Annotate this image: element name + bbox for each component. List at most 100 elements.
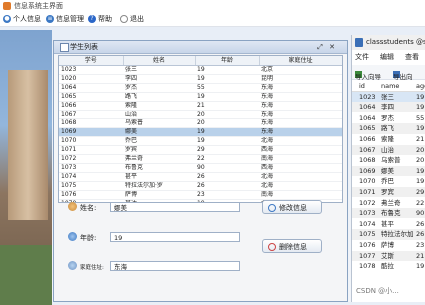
cell-id: 1069 xyxy=(59,127,123,138)
cell-age: 20 xyxy=(195,118,259,129)
db-cell-id: 1070 xyxy=(359,177,376,186)
db-table-row[interactable]: 1076 萨博 23 xyxy=(352,240,425,250)
db-cell-id: 1064 xyxy=(359,113,376,122)
cell-age: 90 xyxy=(195,163,259,173)
cell-id: 1068 xyxy=(59,118,123,129)
student-list-frame: 学生列表 ⤢ ✕ 学号 姓名 年龄 家庭住址 1023 张三 19 北京 1020 李四 1… xyxy=(53,40,348,302)
menu-help[interactable]: ? 帮助 xyxy=(88,14,112,24)
address-field[interactable]: 东海 xyxy=(110,261,240,271)
table-row[interactable]: 1070 乔巴 19 北海 xyxy=(59,136,342,147)
db-table-row[interactable]: 1071 罗宾 29 xyxy=(352,187,425,198)
database-icon xyxy=(355,38,363,47)
name-field[interactable]: 娜美 xyxy=(110,202,240,212)
cell-age: 26 xyxy=(195,172,259,182)
db-cell-id: 1075 xyxy=(359,230,376,239)
db-menu-view[interactable]: 查看 xyxy=(405,52,419,62)
column-header-name[interactable]: 姓名 xyxy=(123,56,196,66)
db-cell-id: 1067 xyxy=(359,145,376,154)
db-table-row[interactable]: 1064 罗杰 55 xyxy=(352,113,425,123)
menu-exit[interactable]: 退出 xyxy=(120,14,144,24)
db-cell-id: 1064 xyxy=(359,103,376,112)
person-icon: ● xyxy=(3,15,11,23)
db-cell-age: 20 xyxy=(416,145,425,154)
app-logo-icon xyxy=(3,2,11,10)
db-table-row[interactable]: 1068 乌索普 20 xyxy=(352,155,425,165)
table-row[interactable]: 1065 路飞 19 东海 xyxy=(59,92,342,102)
db-cell-id: 1023 xyxy=(359,92,376,101)
table-row[interactable]: 1074 甚平 26 北海 xyxy=(59,172,342,182)
column-header-address[interactable]: 家庭住址 xyxy=(259,56,342,66)
cell-address: 北海 xyxy=(259,136,342,147)
cell-name: 弗兰奇 xyxy=(123,154,195,164)
table-row[interactable]: 1067 山治 20 东海 xyxy=(59,110,342,120)
db-table-row[interactable]: 1065 路飞 19 xyxy=(352,123,425,134)
cell-age: 19 xyxy=(195,136,259,147)
db-table-row[interactable]: 1066 索隆 21 xyxy=(352,134,425,144)
db-title-bar[interactable]: classstudents @stu xyxy=(352,35,425,50)
table-row[interactable]: 1073 布鲁克 90 西海 xyxy=(59,163,342,173)
cell-age: 23 xyxy=(195,190,259,200)
table-row[interactable]: 1072 弗兰奇 22 南海 xyxy=(59,154,342,164)
list-icon: ≡ xyxy=(46,15,54,23)
restore-icon[interactable]: ⤢ xyxy=(316,43,324,51)
table-row[interactable]: 1069 娜美 19 东海 xyxy=(59,127,342,138)
cell-id: 1071 xyxy=(59,145,123,156)
db-menu-edit[interactable]: 编辑 xyxy=(380,52,394,62)
db-table-row[interactable]: 1073 布鲁克 90 xyxy=(352,208,425,219)
db-cell-age: 20 xyxy=(416,156,425,165)
db-menubar: 文件 编辑 查看 xyxy=(352,51,425,63)
cell-age: 29 xyxy=(195,145,259,156)
db-table-row[interactable]: 1070 乔巴 19 xyxy=(352,176,425,186)
column-header-id[interactable]: 学号 xyxy=(59,56,124,66)
close-icon[interactable]: ✕ xyxy=(328,43,336,51)
watermark-text: CSDN @小... xyxy=(356,287,399,295)
db-table-row[interactable]: 1067 山治 20 xyxy=(352,144,425,155)
db-menu-file[interactable]: 文件 xyxy=(355,52,369,62)
table-row[interactable]: 1020 李四 19 昆明 xyxy=(59,74,342,84)
table-row[interactable]: 1076 萨博 23 南海 xyxy=(59,190,342,200)
table-row[interactable]: 1066 索隆 21 东海 xyxy=(59,101,342,111)
update-info-button[interactable]: 修改信息 xyxy=(262,200,322,214)
db-column-name[interactable]: name xyxy=(381,81,399,91)
cell-name: 李四 xyxy=(123,74,195,84)
db-table-row[interactable]: 1077 艾斯 21 xyxy=(352,250,425,261)
table-row[interactable]: 1023 张三 19 北京 xyxy=(59,65,342,75)
db-table-row[interactable]: 1069 娜美 19 xyxy=(352,165,425,176)
db-cell-name: 李四 xyxy=(381,103,394,112)
db-cell-age: 19 xyxy=(416,262,425,271)
age-field[interactable]: 19 xyxy=(110,232,240,242)
cell-id: 1074 xyxy=(59,172,123,182)
cell-id: 1076 xyxy=(59,190,123,200)
table-row[interactable]: 1068 乌索普 20 东海 xyxy=(59,118,342,129)
menu-info-management[interactable]: ≡ 信息管理 xyxy=(46,14,84,24)
delete-info-button[interactable]: 删除信息 xyxy=(262,239,322,253)
table-row[interactable]: 1064 罗杰 55 东海 xyxy=(59,83,342,93)
db-table-row[interactable]: 1078 酷拉 19 xyxy=(352,261,425,271)
column-header-age[interactable]: 年龄 xyxy=(195,56,260,66)
db-column-age[interactable]: age xyxy=(416,81,425,91)
database-window: classstudents @stu 文件 编辑 查看 导入向导 导出向 id … xyxy=(351,35,425,302)
frame-title: 学生列表 xyxy=(70,43,98,51)
cell-address: 东海 xyxy=(259,127,342,138)
db-table-row[interactable]: 1074 甚平 26 xyxy=(352,219,425,229)
db-column-id[interactable]: id xyxy=(359,81,365,91)
db-table-row[interactable]: 1072 弗兰奇 22 xyxy=(352,198,425,208)
delete-icon xyxy=(268,243,276,251)
table-row[interactable]: 1075 特拉法尔加·罗 26 北海 xyxy=(59,181,342,191)
menu-personal-info[interactable]: ● 个人信息 xyxy=(3,14,41,24)
db-table-row[interactable]: 1064 李四 19 xyxy=(352,102,425,113)
db-cell-name: 布鲁克 xyxy=(381,209,401,218)
db-table-row[interactable]: 1023 张三 19 xyxy=(352,91,425,102)
cell-address: 东海 xyxy=(259,92,342,102)
table-row[interactable]: 1071 罗宾 29 西海 xyxy=(59,145,342,156)
cell-name: 乌索普 xyxy=(123,118,195,129)
db-table-row[interactable]: 1075 特拉法尔加 26 xyxy=(352,229,425,240)
help-icon: ? xyxy=(88,15,96,23)
db-cell-name: 酷拉 xyxy=(381,262,394,271)
age-label: 年龄: xyxy=(80,234,97,242)
student-table[interactable]: 学号 姓名 年龄 家庭住址 1023 张三 19 北京 1020 李四 19 昆明 1064 罗杰… xyxy=(58,55,343,203)
db-cell-age: 19 xyxy=(416,92,425,101)
frame-title-bar[interactable]: 学生列表 ⤢ ✕ xyxy=(54,41,347,54)
building-shape xyxy=(8,70,48,220)
cell-id: 1067 xyxy=(59,110,123,120)
